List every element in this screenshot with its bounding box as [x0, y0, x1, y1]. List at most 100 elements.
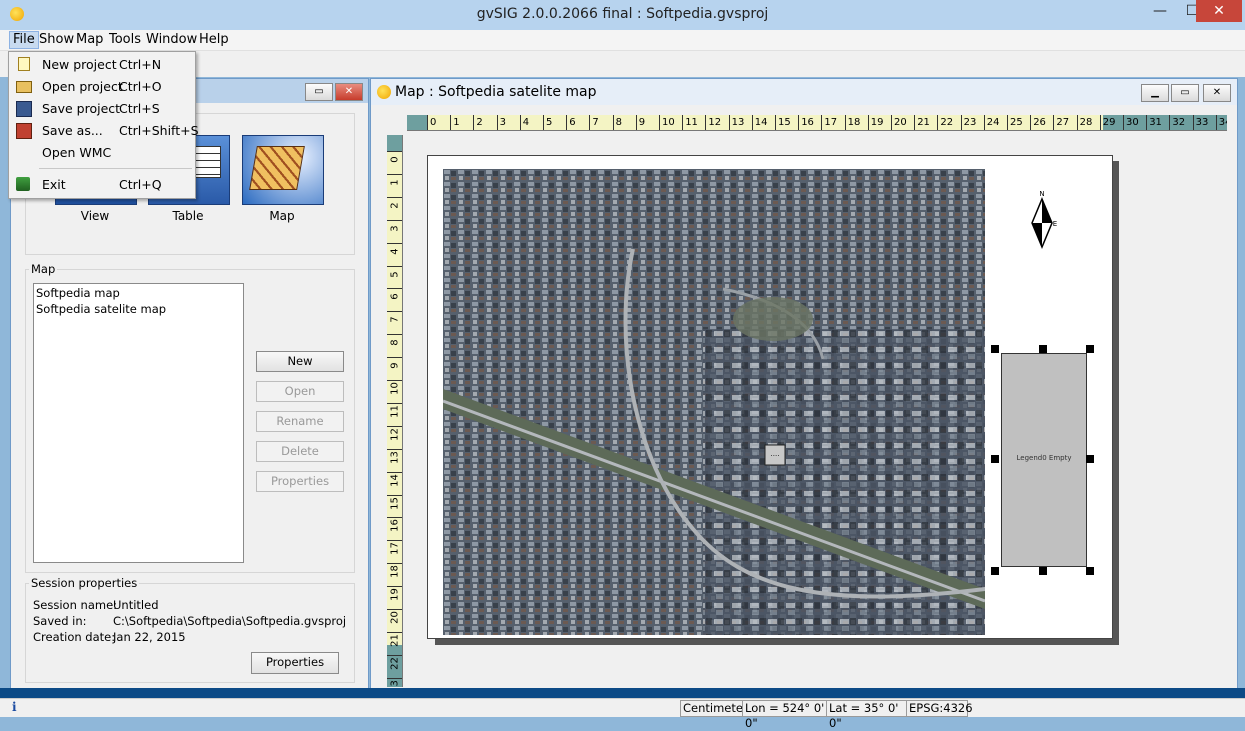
delete-button[interactable]: Delete — [256, 441, 344, 462]
open-button[interactable]: Open — [256, 381, 344, 402]
ruler-tick-mark — [387, 265, 402, 267]
ruler-tick-mark — [387, 494, 402, 496]
menu-item-save-as[interactable]: Save as... Ctrl+Shift+S — [9, 121, 199, 141]
ruler-tick-label: 3 — [499, 117, 506, 128]
ruler-tick-label: 2 — [389, 202, 401, 209]
map-window-titlebar: Map : Softpedia satelite map ▁ ▭ ✕ — [371, 79, 1237, 105]
longitude-status: Lon = 524° 0' 0" — [742, 700, 828, 730]
selection-handle[interactable] — [1039, 567, 1047, 575]
menu-tools[interactable]: Tools — [106, 32, 144, 48]
north-arrow-icon[interactable]: N E — [1027, 187, 1057, 253]
ruler-tick-label: 8 — [615, 117, 622, 128]
selection-handle[interactable] — [1086, 345, 1094, 353]
ruler-tick-label: 15 — [389, 496, 401, 510]
menu-map[interactable]: Map — [73, 32, 106, 48]
north-label: N — [1039, 190, 1044, 198]
menu-file[interactable]: File — [9, 31, 39, 49]
ruler-tick-label: 1 — [453, 117, 460, 128]
ruler-tick-label: 14 — [754, 117, 768, 128]
menu-help[interactable]: Help — [196, 32, 232, 48]
selection-handle[interactable] — [1086, 455, 1094, 463]
selection-handle[interactable] — [991, 345, 999, 353]
ruler-tick-label: 10 — [389, 382, 401, 395]
info-icon[interactable]: i — [12, 700, 17, 714]
list-item[interactable]: Softpedia map — [36, 286, 120, 300]
ruler-tick-mark — [450, 115, 452, 130]
ruler-tick-label: 5 — [389, 270, 401, 278]
satellite-map-frame[interactable]: ···· — [443, 169, 985, 635]
ruler-tick-mark — [1146, 115, 1148, 130]
ruler-tick-label: 25 — [1010, 117, 1023, 128]
ruler-tick-mark — [1007, 115, 1008, 130]
selection-handle[interactable] — [991, 567, 999, 575]
ruler-tick-label: 4 — [522, 117, 530, 128]
ruler-tick-label: 1 — [389, 179, 401, 186]
ruler-tick-label: 7 — [389, 316, 401, 323]
ruler-tick-label: 22 — [940, 117, 954, 128]
ruler-tick-label: 21 — [917, 117, 930, 128]
ruler-tick-mark — [635, 115, 637, 130]
ruler-tick-label: 2 — [476, 117, 483, 128]
list-item[interactable]: Softpedia satelite map — [36, 302, 166, 316]
exit-icon — [16, 177, 30, 191]
ruler-tick-label: 10 — [662, 117, 675, 128]
menu-item-open-project[interactable]: Open project Ctrl+O — [9, 77, 195, 97]
map-document-icon[interactable] — [242, 135, 324, 205]
legend-frame[interactable]: Legend0 Empty — [1001, 353, 1087, 567]
menu-window[interactable]: Window — [143, 32, 200, 48]
map-close-button[interactable]: ✕ — [1203, 84, 1231, 102]
ruler-tick-label: 0 — [430, 117, 437, 128]
menu-item-new-project[interactable]: New project Ctrl+N — [9, 55, 195, 75]
ruler-tick-mark — [728, 115, 730, 130]
menu-item-exit[interactable]: Exit Ctrl+Q — [9, 175, 195, 195]
ruler-tick-mark — [891, 115, 892, 130]
ruler-tick-mark — [821, 115, 823, 130]
horizontal-ruler: 0 1 2 3 4 5 6 7 8 9 10 11 12 13 14 15 16 17 18 19 20 21 22 23 24… — [407, 115, 1227, 131]
ruler-tick-mark — [914, 115, 916, 130]
epsg-status: EPSG:4326 — [906, 700, 973, 717]
window-close-button[interactable]: ✕ — [335, 83, 363, 101]
ruler-tick-label: 0 — [389, 156, 401, 163]
session-properties-title: Session properties — [29, 576, 140, 590]
ruler-tick-label: 16 — [801, 117, 814, 128]
ruler-tick-mark — [705, 115, 707, 130]
ruler-tick-mark — [867, 115, 869, 130]
map-minimize-button[interactable]: ▁ — [1141, 84, 1169, 102]
ruler-tick-label: 20 — [389, 611, 401, 624]
ruler-tick-mark — [543, 115, 544, 130]
ruler-tick-mark — [1192, 115, 1194, 130]
menu-item-save-project[interactable]: Save project Ctrl+S — [9, 99, 195, 119]
menubar: File Show Map Tools Window Help — [0, 30, 1245, 51]
map-list[interactable]: Softpedia map Softpedia satelite map — [33, 283, 244, 563]
ruler-tick-label: 24 — [986, 117, 1000, 128]
units-status: Centimeters — [680, 700, 754, 717]
ruler-tick-label: 32 — [1172, 117, 1186, 128]
selection-handle[interactable] — [1039, 345, 1047, 353]
ruler-tick-label: 12 — [389, 427, 401, 441]
menu-show[interactable]: Show — [36, 32, 77, 48]
close-button[interactable]: ✕ — [1196, 0, 1242, 22]
rename-button[interactable]: Rename — [256, 411, 344, 432]
ruler-tick-mark — [659, 115, 660, 130]
ruler-tick-label: 9 — [638, 117, 646, 128]
session-properties-button[interactable]: Properties — [251, 652, 339, 674]
app-titlebar: gvSIG 2.0.0.2066 final : Softpedia.gvspr… — [0, 0, 1245, 31]
new-button[interactable]: New — [256, 351, 344, 372]
selection-handle[interactable] — [1086, 567, 1094, 575]
map-window-icon — [377, 85, 391, 99]
restore-button[interactable]: ▭ — [305, 83, 333, 101]
floppy-disk-icon — [16, 101, 32, 117]
ruler-tick-mark — [612, 115, 614, 130]
ruler-tick-mark — [1076, 115, 1078, 130]
satellite-imagery: ···· — [443, 169, 985, 635]
map-doc-label: Map — [269, 209, 295, 223]
ruler-tick-label: 33 — [1195, 117, 1209, 128]
selection-handle[interactable] — [991, 455, 999, 463]
new-document-icon — [18, 57, 30, 71]
map-group-title: Map — [29, 262, 58, 276]
ruler-tick-label: 5 — [546, 117, 553, 128]
ruler-tick-label: 3 — [389, 225, 401, 232]
properties-button[interactable]: Properties — [256, 471, 344, 492]
menu-item-open-wmc[interactable]: Open WMC — [9, 143, 195, 163]
map-maximize-button[interactable]: ▭ — [1171, 84, 1199, 102]
